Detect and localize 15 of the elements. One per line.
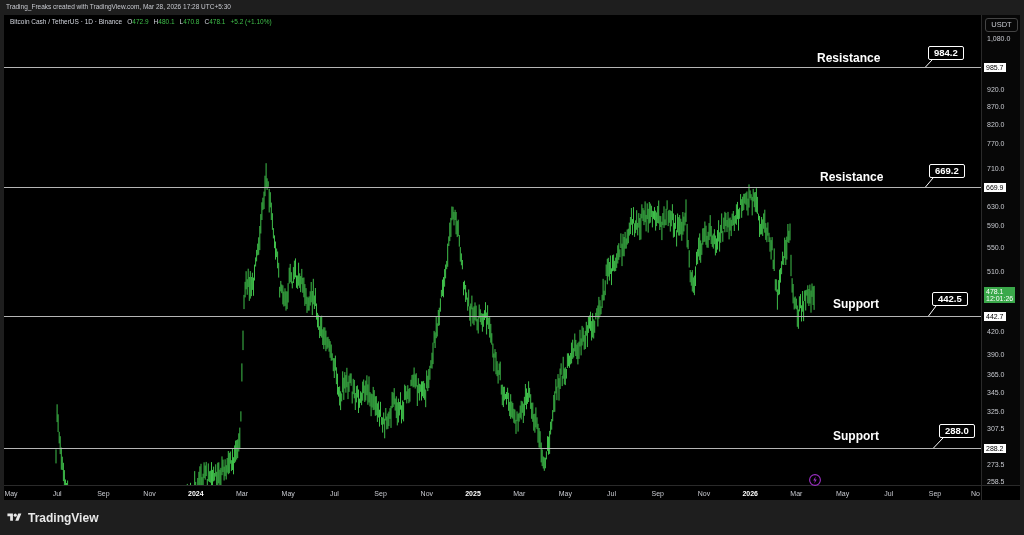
level-label: Resistance [817,52,881,64]
price-callout[interactable]: 669.2 [929,164,965,178]
price-callout[interactable]: 288.0 [939,424,975,438]
callout-leader [933,437,944,449]
callout-leader [925,177,934,188]
level-label: Support [833,298,879,310]
lightning-icon[interactable] [809,474,821,486]
brand-name: TradingView [28,511,99,524]
price-callout[interactable]: 442.5 [932,292,968,306]
price-callout[interactable]: 984.2 [928,46,964,60]
logo-icon [7,512,22,523]
callout-leader [928,305,937,317]
level-label: Resistance [820,171,884,183]
level-label: Support [833,430,879,442]
callout-leader [925,59,933,68]
